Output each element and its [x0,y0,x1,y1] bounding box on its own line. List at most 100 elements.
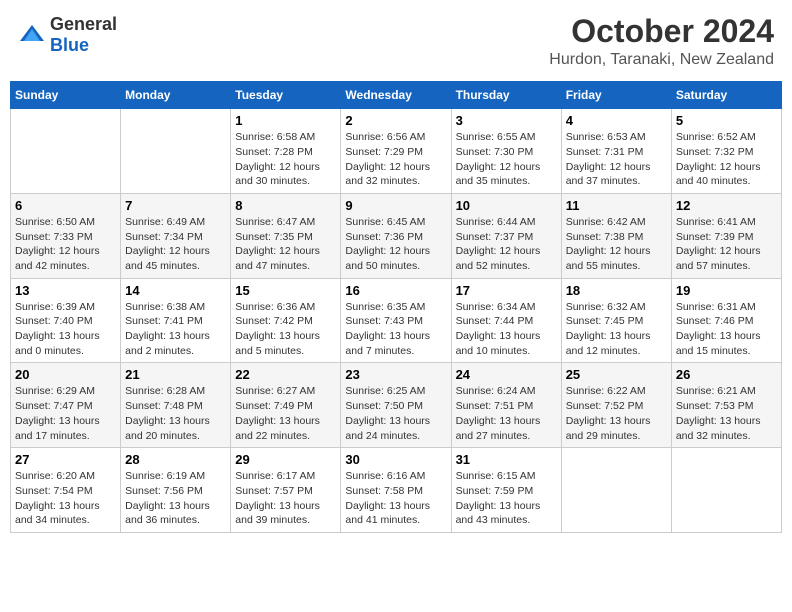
logo-general: General [50,14,117,34]
calendar-cell: 19 Sunrise: 6:31 AM Sunset: 7:46 PM Dayli… [671,278,781,363]
calendar-cell: 7 Sunrise: 6:49 AM Sunset: 7:34 PM Daylig… [121,193,231,278]
calendar-cell: 17 Sunrise: 6:34 AM Sunset: 7:44 PM Dayli… [451,278,561,363]
day-number: 9 [345,198,446,213]
calendar-cell [121,109,231,194]
day-number: 28 [125,452,226,467]
calendar-cell: 30 Sunrise: 6:16 AM Sunset: 7:58 PM Dayli… [341,448,451,533]
calendar-week: 1 Sunrise: 6:58 AM Sunset: 7:28 PM Daylig… [11,109,782,194]
day-number: 21 [125,367,226,382]
header-day: Tuesday [231,82,341,109]
day-info: Sunrise: 6:49 AM Sunset: 7:34 PM Dayligh… [125,215,226,274]
calendar-cell: 6 Sunrise: 6:50 AM Sunset: 7:33 PM Daylig… [11,193,121,278]
day-number: 5 [676,113,777,128]
day-info: Sunrise: 6:56 AM Sunset: 7:29 PM Dayligh… [345,130,446,189]
calendar-cell: 20 Sunrise: 6:29 AM Sunset: 7:47 PM Dayli… [11,363,121,448]
day-number: 7 [125,198,226,213]
calendar-cell [11,109,121,194]
calendar-cell: 10 Sunrise: 6:44 AM Sunset: 7:37 PM Dayli… [451,193,561,278]
day-info: Sunrise: 6:17 AM Sunset: 7:57 PM Dayligh… [235,469,336,528]
calendar-cell: 21 Sunrise: 6:28 AM Sunset: 7:48 PM Dayli… [121,363,231,448]
calendar-cell: 3Sunrise: 6:55 AM Sunset: 7:30 PM Daylig… [451,109,561,194]
day-number: 26 [676,367,777,382]
day-info: Sunrise: 6:38 AM Sunset: 7:41 PM Dayligh… [125,300,226,359]
calendar-week: 20 Sunrise: 6:29 AM Sunset: 7:47 PM Dayli… [11,363,782,448]
day-info: Sunrise: 6:50 AM Sunset: 7:33 PM Dayligh… [15,215,116,274]
calendar-cell: 26Sunrise: 6:21 AM Sunset: 7:53 PM Dayli… [671,363,781,448]
logo-blue: Blue [50,35,89,55]
calendar-cell: 5 Sunrise: 6:52 AM Sunset: 7:32 PM Daylig… [671,109,781,194]
day-info: Sunrise: 6:29 AM Sunset: 7:47 PM Dayligh… [15,384,116,443]
day-info: Sunrise: 6:41 AM Sunset: 7:39 PM Dayligh… [676,215,777,274]
calendar-cell: 27 Sunrise: 6:20 AM Sunset: 7:54 PM Dayli… [11,448,121,533]
day-info: Sunrise: 6:42 AM Sunset: 7:38 PM Dayligh… [566,215,667,274]
day-number: 20 [15,367,116,382]
day-number: 22 [235,367,336,382]
day-number: 13 [15,283,116,298]
day-number: 18 [566,283,667,298]
header-day: Monday [121,82,231,109]
day-info: Sunrise: 6:27 AM Sunset: 7:49 PM Dayligh… [235,384,336,443]
header-day: Sunday [11,82,121,109]
day-info: Sunrise: 6:47 AM Sunset: 7:35 PM Dayligh… [235,215,336,274]
day-info: Sunrise: 6:55 AM Sunset: 7:30 PM Dayligh… [456,130,557,189]
day-number: 8 [235,198,336,213]
header-day: Wednesday [341,82,451,109]
calendar-cell: 2Sunrise: 6:56 AM Sunset: 7:29 PM Daylig… [341,109,451,194]
day-number: 12 [676,198,777,213]
day-info: Sunrise: 6:34 AM Sunset: 7:44 PM Dayligh… [456,300,557,359]
day-number: 11 [566,198,667,213]
day-number: 1 [235,113,336,128]
logo-icon [18,23,46,43]
header-day: Thursday [451,82,561,109]
day-info: Sunrise: 6:16 AM Sunset: 7:58 PM Dayligh… [345,469,446,528]
day-info: Sunrise: 6:35 AM Sunset: 7:43 PM Dayligh… [345,300,446,359]
day-info: Sunrise: 6:20 AM Sunset: 7:54 PM Dayligh… [15,469,116,528]
calendar-cell: 29 Sunrise: 6:17 AM Sunset: 7:57 PM Dayli… [231,448,341,533]
calendar-cell: 24Sunrise: 6:24 AM Sunset: 7:51 PM Dayli… [451,363,561,448]
header-day: Friday [561,82,671,109]
header-row: SundayMondayTuesdayWednesdayThursdayFrid… [11,82,782,109]
day-number: 27 [15,452,116,467]
day-info: Sunrise: 6:28 AM Sunset: 7:48 PM Dayligh… [125,384,226,443]
calendar-cell: 22 Sunrise: 6:27 AM Sunset: 7:49 PM Dayli… [231,363,341,448]
subtitle: Hurdon, Taranaki, New Zealand [549,51,774,69]
day-number: 15 [235,283,336,298]
header-day: Saturday [671,82,781,109]
day-info: Sunrise: 6:53 AM Sunset: 7:31 PM Dayligh… [566,130,667,189]
day-number: 25 [566,367,667,382]
day-info: Sunrise: 6:44 AM Sunset: 7:37 PM Dayligh… [456,215,557,274]
day-number: 23 [345,367,446,382]
day-info: Sunrise: 6:32 AM Sunset: 7:45 PM Dayligh… [566,300,667,359]
day-info: Sunrise: 6:24 AM Sunset: 7:51 PM Dayligh… [456,384,557,443]
day-number: 29 [235,452,336,467]
calendar-cell: 16Sunrise: 6:35 AM Sunset: 7:43 PM Dayli… [341,278,451,363]
page-header: General Blue October 2024 Hurdon, Tarana… [10,10,782,73]
day-info: Sunrise: 6:15 AM Sunset: 7:59 PM Dayligh… [456,469,557,528]
day-info: Sunrise: 6:39 AM Sunset: 7:40 PM Dayligh… [15,300,116,359]
calendar-week: 27 Sunrise: 6:20 AM Sunset: 7:54 PM Dayli… [11,448,782,533]
calendar-cell: 13 Sunrise: 6:39 AM Sunset: 7:40 PM Dayli… [11,278,121,363]
logo: General Blue [18,14,117,56]
day-number: 19 [676,283,777,298]
calendar-week: 6 Sunrise: 6:50 AM Sunset: 7:33 PM Daylig… [11,193,782,278]
day-info: Sunrise: 6:25 AM Sunset: 7:50 PM Dayligh… [345,384,446,443]
day-info: Sunrise: 6:52 AM Sunset: 7:32 PM Dayligh… [676,130,777,189]
main-title: October 2024 [549,14,774,49]
calendar-cell: 1 Sunrise: 6:58 AM Sunset: 7:28 PM Daylig… [231,109,341,194]
day-number: 31 [456,452,557,467]
day-number: 4 [566,113,667,128]
calendar-cell: 15Sunrise: 6:36 AM Sunset: 7:42 PM Dayli… [231,278,341,363]
calendar-week: 13 Sunrise: 6:39 AM Sunset: 7:40 PM Dayli… [11,278,782,363]
day-number: 6 [15,198,116,213]
calendar-cell: 28 Sunrise: 6:19 AM Sunset: 7:56 PM Dayli… [121,448,231,533]
day-info: Sunrise: 6:19 AM Sunset: 7:56 PM Dayligh… [125,469,226,528]
day-number: 10 [456,198,557,213]
day-number: 17 [456,283,557,298]
day-number: 30 [345,452,446,467]
calendar-cell: 25Sunrise: 6:22 AM Sunset: 7:52 PM Dayli… [561,363,671,448]
day-info: Sunrise: 6:58 AM Sunset: 7:28 PM Dayligh… [235,130,336,189]
day-info: Sunrise: 6:31 AM Sunset: 7:46 PM Dayligh… [676,300,777,359]
calendar-cell [561,448,671,533]
calendar-cell: 14Sunrise: 6:38 AM Sunset: 7:41 PM Dayli… [121,278,231,363]
logo-text: General Blue [50,14,117,56]
